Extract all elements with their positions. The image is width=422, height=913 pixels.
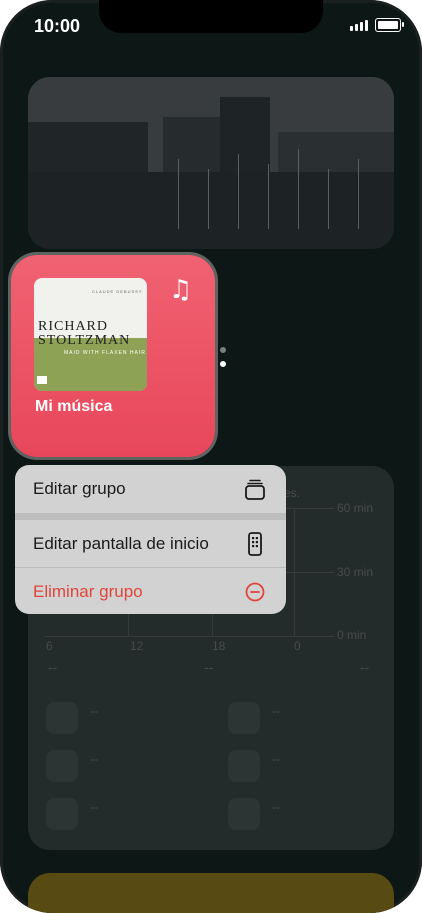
app-dash: -- xyxy=(272,800,280,814)
app-dash: -- xyxy=(272,752,280,766)
minus-circle-icon xyxy=(245,582,265,602)
menu-item-label: Editar pantalla de inicio xyxy=(33,534,209,553)
value-dash: -- xyxy=(360,659,370,675)
page-dot-active xyxy=(220,361,226,367)
app-dash: -- xyxy=(272,704,280,718)
app-icon-placeholder xyxy=(46,750,78,782)
x-label: 12 xyxy=(130,639,144,653)
signal-icon xyxy=(350,20,368,31)
album-art: CLAUDE DEBUSSY RICHARD STOLTZMAN MAID WI… xyxy=(34,278,147,391)
value-dash: -- xyxy=(48,659,58,675)
context-menu: Editar grupo Editar pantalla de inicio E… xyxy=(15,465,286,614)
widget-label: Mi música xyxy=(35,398,113,415)
app-icon-placeholder xyxy=(228,750,260,782)
y-label: 0 min xyxy=(337,628,367,642)
menu-item-delete-group[interactable]: Eliminar grupo xyxy=(15,568,286,614)
status-time: 10:00 xyxy=(34,16,81,36)
app-icon-placeholder xyxy=(46,798,78,830)
y-label: 60 min xyxy=(337,501,374,515)
photos-widget[interactable] xyxy=(28,77,394,249)
app-icon-placeholder xyxy=(228,798,260,830)
y-label: 30 min xyxy=(337,565,374,579)
x-label: 0 xyxy=(294,639,301,653)
app-dash: -- xyxy=(90,704,98,718)
battery-icon xyxy=(375,18,404,32)
music-note-icon: ♫ xyxy=(169,275,193,305)
x-label: 18 xyxy=(212,639,226,653)
page-indicator[interactable] xyxy=(220,347,226,367)
page-dot xyxy=(220,347,226,353)
value-dash: -- xyxy=(204,659,214,675)
menu-item-label: Eliminar grupo xyxy=(33,582,143,601)
app-dash: -- xyxy=(90,800,98,814)
menu-item-label: Editar grupo xyxy=(33,479,126,498)
widget-partial-text: es. xyxy=(284,486,301,500)
label-logo xyxy=(37,376,47,384)
bottom-widget[interactable] xyxy=(28,873,394,913)
app-dash: -- xyxy=(90,752,98,766)
music-widget[interactable]: CLAUDE DEBUSSY RICHARD STOLTZMAN MAID WI… xyxy=(11,255,215,457)
album-composer: CLAUDE DEBUSSY xyxy=(92,289,143,294)
x-label: 6 xyxy=(46,639,53,653)
album-artist: RICHARD STOLTZMAN xyxy=(38,319,131,348)
menu-separator xyxy=(15,513,286,520)
menu-item-edit-home-screen[interactable]: Editar pantalla de inicio xyxy=(15,520,286,568)
app-icon-placeholder xyxy=(228,702,260,734)
notch xyxy=(99,0,323,33)
app-icon-placeholder xyxy=(46,702,78,734)
stack-icon xyxy=(245,479,265,500)
album-title: MAID WITH FLAXEN HAIR xyxy=(64,350,146,356)
phone-apps-icon xyxy=(248,532,262,556)
phone-screen: 10:00 es. 60 min 30 min 0 min 6 12 18 0 … xyxy=(0,0,422,913)
menu-item-edit-group[interactable]: Editar grupo xyxy=(15,465,286,513)
